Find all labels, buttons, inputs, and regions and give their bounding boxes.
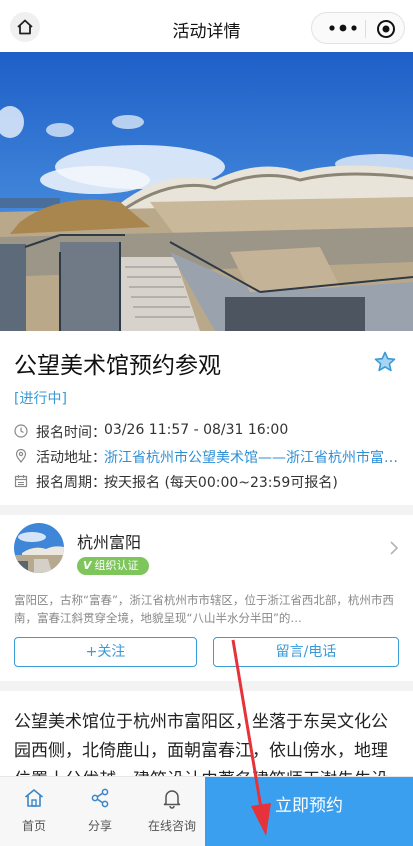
organizer-description: 富阳区，古称“富春”，浙江省杭州市市辖区，位于浙江省西北部，杭州市西南，富春江斜… [14,593,394,625]
clock-icon [14,424,28,438]
avatar[interactable] [14,523,64,573]
tab-share[interactable]: 分享 [66,777,134,846]
signup-period-label: 报名周期： [36,475,106,491]
signup-period-value: 按天报名 (每天00:00~23:59可报名) [104,475,338,491]
address-link[interactable]: 浙江省杭州市公望美术馆——浙江省杭州市富阳区 [104,447,404,467]
tab-home-label: 首页 [21,819,46,833]
nav-bar: 活动详情 [0,0,413,56]
tab-online-consult[interactable]: 在线咨询 [136,777,208,846]
capsule-divider [365,20,366,38]
tab-share-label: 分享 [87,819,112,833]
follow-button[interactable]: +关注 [14,637,197,667]
bell-icon [163,790,181,809]
organizer-card: 杭州富阳 V 组织认证 富阳区，古称“富春”，浙江省杭州市市辖区，位于浙江省西北部… [0,515,413,681]
address-label: 活动地址： [36,450,106,466]
section-divider [0,505,413,515]
home-icon [24,789,44,807]
chevron-right-icon[interactable] [389,541,399,555]
verified-v-mark: V [83,559,92,572]
share-icon [91,788,109,808]
event-title: 公望美术馆预约参观 [14,353,221,379]
tab-online-consult-label: 在线咨询 [147,819,196,833]
bottom-bar: 首页 分享 在线咨询 立即预约 [0,776,413,846]
mini-program-capsule [311,12,405,44]
location-pin-icon [15,449,27,463]
verified-badge-label: 组织认证 [94,559,139,572]
close-target-icon[interactable] [376,19,396,39]
book-now-button[interactable]: 立即预约 [205,777,413,846]
status-badge: [进行中] [14,391,67,407]
hero-image [0,52,413,331]
calendar-icon [14,475,28,488]
more-icon[interactable] [326,21,360,35]
favorite-star-icon[interactable] [373,350,397,374]
signup-time-label: 报名时间： [36,425,106,441]
message-phone-button[interactable]: 留言/电话 [213,637,399,667]
section-divider [0,681,413,691]
organizer-name[interactable]: 杭州富阳 [77,529,141,553]
signup-time-value: 03/26 11:57 - 08/31 16:00 [104,422,289,438]
tab-home[interactable]: 首页 [0,777,68,846]
verified-badge: V 组织认证 [77,557,149,575]
event-description: 公望美术馆位于杭州市富阳区，坐落于东吴文化公园西侧，北倚鹿山，面朝富春江，依山傍… [14,712,388,778]
